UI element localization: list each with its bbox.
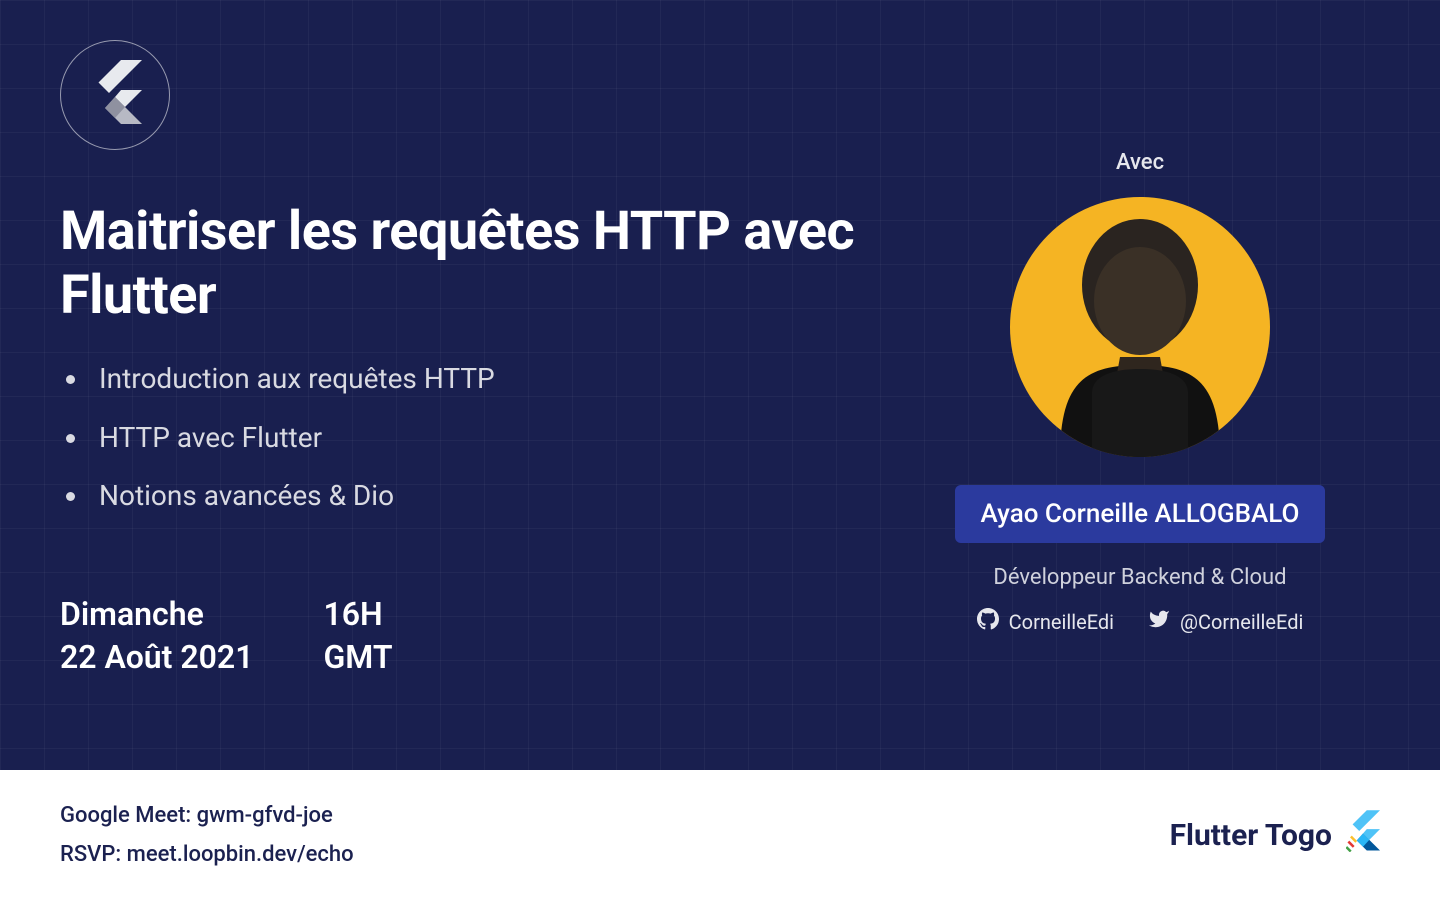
- datetime-block: Dimanche 22 Août 2021 16H GMT: [60, 593, 900, 679]
- topic-item: Notions avancées & Dio: [66, 478, 900, 514]
- github-icon: [977, 608, 999, 635]
- footer-brand: Flutter Togo: [1170, 810, 1380, 860]
- time-column: 16H GMT: [323, 593, 392, 679]
- topic-text: Introduction aux requêtes HTTP: [99, 361, 495, 397]
- footer-links: Google Meet: gwm-gfvd-joe RSVP: meet.loo…: [60, 803, 354, 867]
- topic-item: HTTP avec Flutter: [66, 420, 900, 456]
- timezone: GMT: [323, 636, 392, 679]
- github-handle: CorneilleEdi: [977, 608, 1114, 635]
- flutter-icon: [88, 60, 142, 130]
- time-value: 16H: [323, 593, 392, 636]
- google-meet-line: Google Meet: gwm-gfvd-joe: [60, 803, 354, 828]
- hero-left: Maitriser les requêtes HTTP avec Flutter…: [60, 40, 900, 720]
- speaker-name-badge: Ayao Corneille ALLOGBALO: [955, 485, 1326, 543]
- twitter-text: @CorneilleEdi: [1180, 610, 1303, 634]
- speaker-avatar: [1010, 197, 1270, 457]
- twitter-handle: @CorneilleEdi: [1148, 608, 1303, 635]
- date-column: Dimanche 22 Août 2021: [60, 593, 253, 679]
- brand-name: Flutter Togo: [1170, 818, 1332, 853]
- date-full: 22 Août 2021: [60, 636, 253, 679]
- topic-item: Introduction aux requêtes HTTP: [66, 361, 900, 397]
- speaker-socials: CorneilleEdi @CorneilleEdi: [977, 608, 1304, 635]
- topic-text: Notions avancées & Dio: [99, 478, 394, 514]
- topic-list: Introduction aux requêtes HTTP HTTP avec…: [66, 361, 900, 536]
- event-poster: Maitriser les requêtes HTTP avec Flutter…: [0, 0, 1440, 900]
- topic-text: HTTP avec Flutter: [99, 420, 322, 456]
- speaker-with-label: Avec: [1116, 150, 1164, 175]
- footer: Google Meet: gwm-gfvd-joe RSVP: meet.loo…: [0, 770, 1440, 900]
- speaker-panel: Avec Ayao Corneille ALLOGBALO Développeu…: [900, 40, 1380, 720]
- hero-section: Maitriser les requêtes HTTP avec Flutter…: [0, 0, 1440, 770]
- date-day: Dimanche: [60, 593, 253, 636]
- event-title: Maitriser les requêtes HTTP avec Flutter: [60, 200, 900, 327]
- github-text: CorneilleEdi: [1009, 610, 1114, 634]
- flutter-icon: [1346, 810, 1380, 860]
- flutter-logo-circle: [60, 40, 170, 150]
- twitter-icon: [1148, 608, 1170, 635]
- rsvp-line: RSVP: meet.loopbin.dev/echo: [60, 842, 354, 867]
- person-silhouette-icon: [1030, 207, 1250, 457]
- speaker-role: Développeur Backend & Cloud: [993, 565, 1286, 590]
